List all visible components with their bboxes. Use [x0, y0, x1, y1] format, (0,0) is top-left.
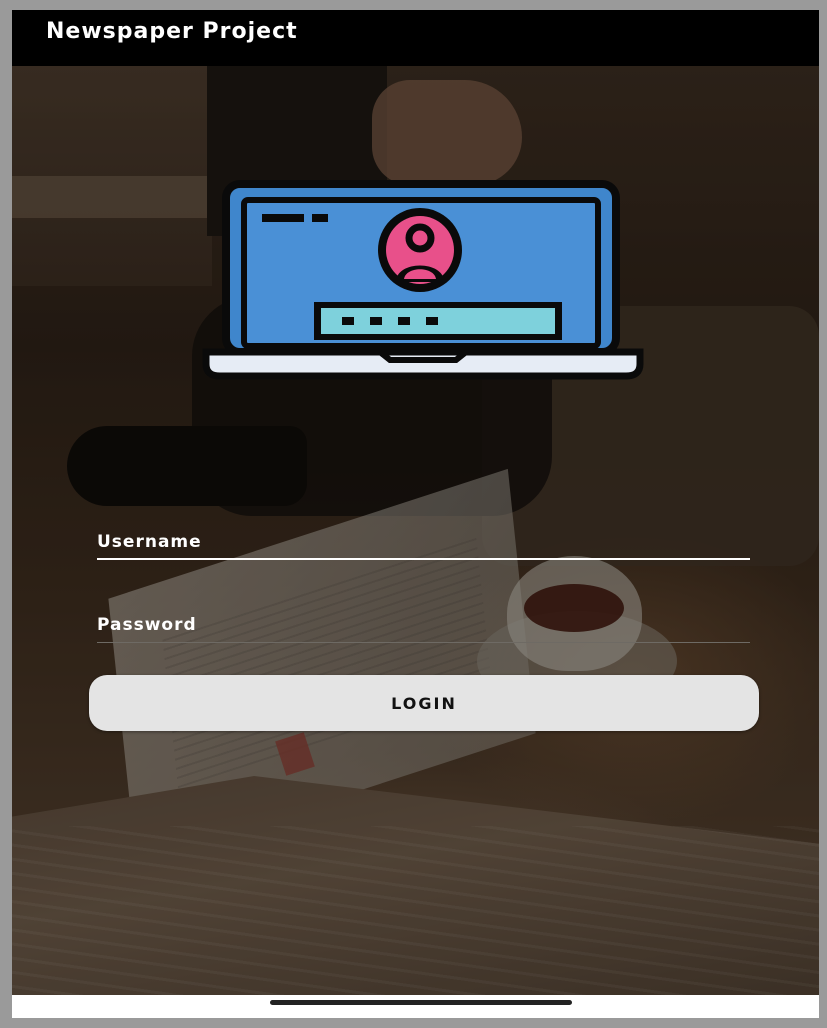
- password-placeholder: Password: [97, 615, 197, 635]
- device-frame: Newspaper Project Username Password LOGI…: [0, 0, 827, 1028]
- username-underline: [97, 558, 750, 560]
- password-field[interactable]: Password: [97, 605, 750, 643]
- laptop-login-icon: [200, 180, 646, 380]
- app-title: Newspaper Project: [46, 19, 298, 44]
- username-placeholder: Username: [97, 532, 202, 552]
- password-underline: [97, 642, 750, 643]
- app-screen: Newspaper Project Username Password LOGI…: [12, 10, 819, 1018]
- login-button[interactable]: LOGIN: [89, 675, 759, 731]
- home-indicator[interactable]: [270, 1000, 572, 1005]
- username-field[interactable]: Username: [97, 522, 750, 560]
- app-bar: Newspaper Project: [12, 10, 819, 66]
- system-nav-bar: [12, 995, 819, 1018]
